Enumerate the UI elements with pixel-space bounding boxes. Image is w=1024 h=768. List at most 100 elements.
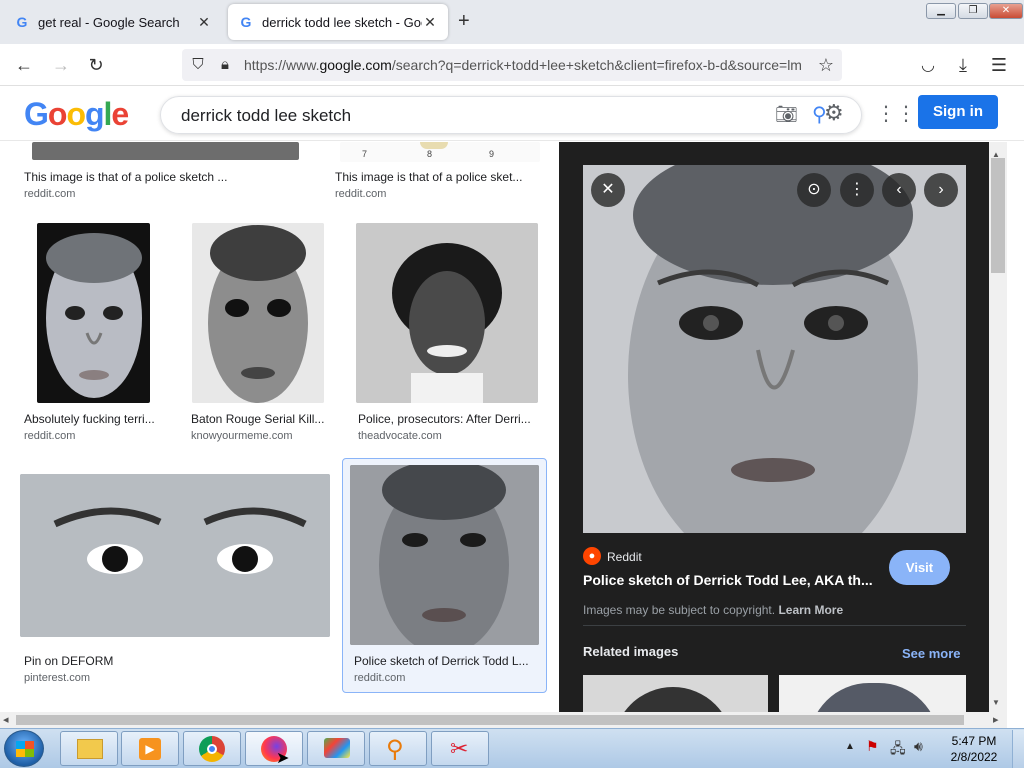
result-caption[interactable]: Police, prosecutors: After Derri... [358, 412, 538, 426]
menu-icon[interactable]: ☰ [988, 55, 1010, 76]
scroll-right-icon[interactable]: ▸ [993, 713, 999, 726]
result-image[interactable] [356, 223, 538, 403]
mouse-cursor-icon: ➤ [276, 750, 290, 767]
result-digit: 8 [427, 149, 433, 159]
system-clock[interactable]: 5:47 PM 2/8/2022 [944, 733, 1004, 765]
result-image[interactable] [350, 465, 539, 645]
sketch-eyes-image [20, 474, 330, 637]
scroll-down-icon[interactable]: ▼ [992, 698, 1000, 707]
result-source[interactable]: reddit.com [24, 430, 75, 442]
tab-get-real[interactable]: G get real - Google Search ✕ [4, 4, 222, 40]
preview-image[interactable] [583, 165, 966, 533]
result-image[interactable] [32, 142, 299, 160]
divider [583, 625, 966, 626]
folder-icon [77, 739, 103, 759]
settings-gear-icon[interactable]: ⚙ [824, 100, 844, 126]
result-source[interactable]: theadvocate.com [358, 430, 442, 442]
google-favicon-icon: G [240, 14, 252, 30]
related-image[interactable] [779, 675, 966, 712]
result-image[interactable] [192, 223, 324, 403]
google-logo[interactable]: Google [24, 96, 129, 133]
result-source[interactable]: reddit.com [354, 672, 405, 684]
network-icon[interactable]: 🖧︎ [890, 738, 906, 762]
tab-title: get real - Google Search [38, 14, 180, 30]
result-image[interactable] [20, 474, 330, 637]
result-image[interactable] [37, 223, 150, 403]
result-image[interactable]: 7 8 9 [340, 142, 540, 162]
clock-time: 5:47 PM [951, 734, 997, 748]
explorer-taskbar-button[interactable] [60, 731, 118, 766]
close-tab-icon[interactable]: ✕ [196, 14, 212, 31]
back-arrow-icon[interactable]: ← [13, 55, 35, 76]
result-source[interactable]: pinterest.com [24, 672, 90, 684]
large-sketch-face-image [583, 165, 966, 533]
result-caption[interactable]: This image is that of a police sket... [335, 170, 540, 184]
lock-icon[interactable]: 🔒︎ [214, 56, 236, 73]
close-preview-icon[interactable]: ✕ [591, 173, 625, 207]
result-caption[interactable]: Absolutely fucking terri... [24, 412, 164, 426]
result-caption[interactable]: Baton Rouge Serial Kill... [191, 412, 326, 426]
horizontal-scrollbar[interactable]: ◂ ▸ [0, 712, 1007, 728]
search-app-taskbar-button[interactable]: ⚲ [369, 731, 427, 766]
sketch-face-image [192, 223, 324, 403]
related-images-heading: Related images [583, 644, 679, 659]
result-source[interactable]: reddit.com [335, 188, 386, 200]
vertical-scrollbar[interactable]: ▲ ▼ [989, 142, 1007, 712]
start-button[interactable] [4, 730, 44, 767]
photo-portrait-image [356, 223, 538, 403]
search-input[interactable]: derrick todd lee sketch [181, 106, 351, 126]
snipping-tool-taskbar-button[interactable]: ✂ [431, 731, 489, 766]
sketch-face-image [46, 233, 142, 398]
next-image-icon[interactable]: › [924, 173, 958, 207]
media-play-icon: ▶ [139, 738, 161, 760]
visit-button[interactable]: Visit [889, 550, 950, 585]
restore-icon[interactable]: ❐ [958, 3, 988, 19]
preview-site-name[interactable]: Reddit [607, 550, 642, 564]
see-more-link[interactable]: See more [902, 646, 961, 661]
window-close-icon[interactable]: ✕ [989, 3, 1023, 19]
lens-search-icon[interactable]: ⊙ [797, 173, 831, 207]
scrollbar-thumb[interactable] [16, 715, 964, 725]
media-player-taskbar-button[interactable]: ▶ [121, 731, 179, 766]
minimize-icon[interactable]: ▁ [926, 3, 956, 19]
firefox-taskbar-button[interactable]: ➤ [245, 731, 303, 767]
sketch-face-image [350, 465, 539, 645]
camera-icon[interactable]: 📷︎ [775, 104, 798, 125]
show-desktop-button[interactable] [1012, 730, 1024, 768]
previous-image-icon[interactable]: ‹ [882, 173, 916, 207]
app-icon [324, 738, 350, 758]
result-caption[interactable]: This image is that of a police sketch ..… [24, 170, 314, 184]
volume-icon[interactable]: 🔊︎ [914, 738, 923, 755]
learn-more-link[interactable]: Learn More [778, 603, 843, 617]
reload-icon[interactable]: ↻ [85, 55, 107, 76]
scrollbar-thumb[interactable] [991, 158, 1005, 273]
more-options-icon[interactable]: ⋮ [840, 173, 874, 207]
result-caption[interactable]: Police sketch of Derrick Todd L... [354, 654, 539, 668]
scroll-left-icon[interactable]: ◂ [3, 713, 9, 726]
clock-date: 2/8/2022 [950, 750, 998, 764]
preview-title[interactable]: Police sketch of Derrick Todd Lee, AKA t… [583, 572, 883, 588]
magnifier-icon: ⚲ [386, 736, 404, 763]
close-tab-icon[interactable]: ✕ [422, 14, 438, 31]
forward-arrow-icon[interactable]: → [50, 55, 72, 76]
google-favicon-icon: G [16, 14, 28, 30]
scissors-icon: ✂ [450, 736, 469, 761]
action-center-icon[interactable]: ⚑ [866, 738, 879, 755]
downloads-icon[interactable]: ⤓ [952, 55, 974, 76]
result-digit: 7 [362, 149, 368, 159]
result-source[interactable]: reddit.com [24, 188, 75, 200]
result-source[interactable]: knowyourmeme.com [191, 430, 292, 442]
url-text[interactable]: https://www.google.com/search?q=derrick+… [244, 57, 810, 73]
shield-icon[interactable]: ⛉ [187, 56, 209, 73]
reddit-icon: ● [583, 547, 601, 565]
show-hidden-icons-icon[interactable]: ▲ [845, 741, 855, 752]
sign-in-button[interactable]: Sign in [918, 95, 998, 129]
chrome-taskbar-button[interactable] [183, 731, 241, 766]
taskbar-app-button[interactable] [307, 731, 365, 766]
result-caption[interactable]: Pin on DEFORM [24, 654, 324, 668]
tab-derrick-todd-lee-sketch[interactable]: G derrick todd lee sketch - Google ✕ [228, 4, 448, 40]
related-image[interactable] [583, 675, 768, 712]
bookmark-star-icon[interactable]: ☆ [815, 55, 837, 76]
pocket-icon[interactable]: ◡ [917, 55, 939, 75]
new-tab-icon[interactable]: + [458, 10, 470, 33]
